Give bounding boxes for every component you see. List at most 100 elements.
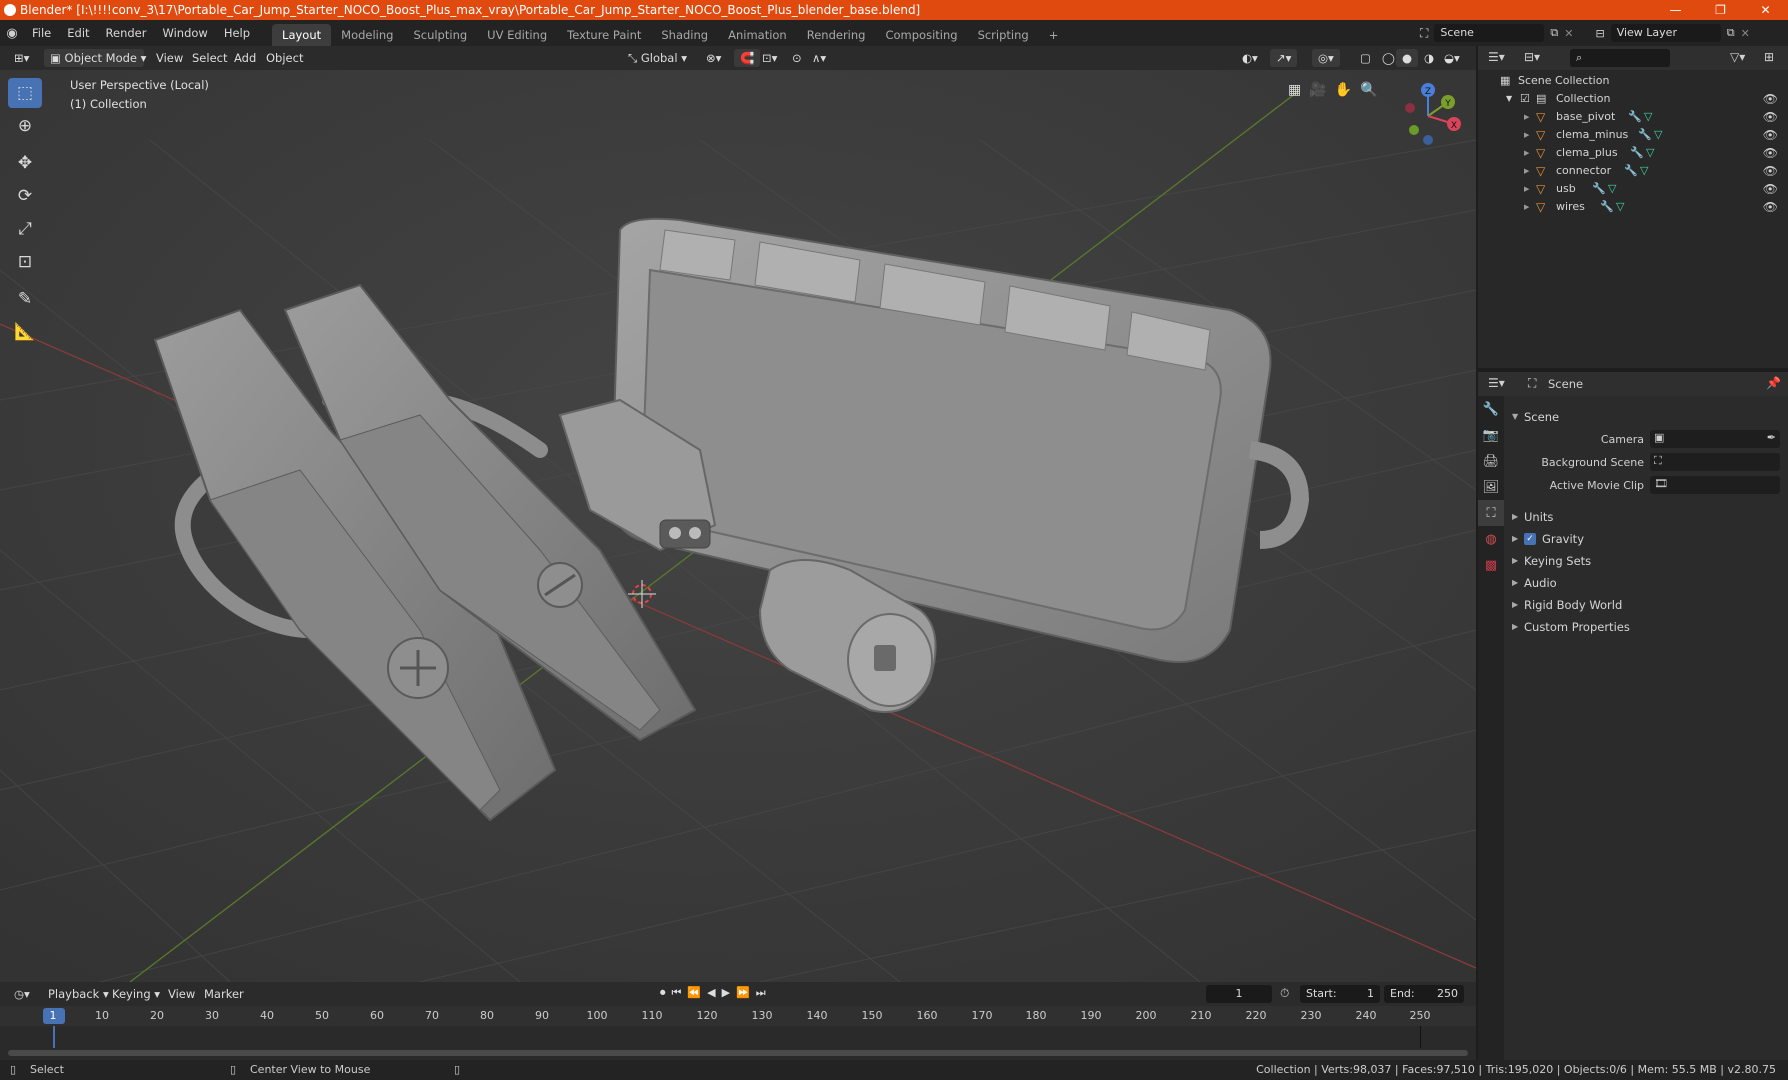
play-icon[interactable]: ▶ <box>722 986 730 1000</box>
solid-shading-icon[interactable]: ● <box>1396 49 1419 67</box>
select-box-tool-icon[interactable]: ⬚ <box>8 78 42 108</box>
mesh-data-icon[interactable]: ▽ <box>1608 180 1616 198</box>
jump-end-icon[interactable]: ⏭ <box>756 986 766 1000</box>
overlays-toggle-icon[interactable]: ◎▾ <box>1312 49 1340 67</box>
collapse-arrow-icon[interactable]: ▼ <box>1506 90 1512 108</box>
tab-scene-icon[interactable]: ⛶ <box>1478 500 1504 526</box>
gravity-panel-header[interactable]: ▶ ✓ Gravity <box>1504 528 1788 550</box>
transform-orientation-dropdown[interactable]: ⤡ Global ▾ <box>622 49 693 67</box>
audio-panel-header[interactable]: ▶ Audio <box>1504 572 1788 594</box>
background-scene-field[interactable]: ⛶ <box>1650 453 1780 471</box>
pan-view-icon[interactable]: ✋ <box>1335 82 1352 98</box>
cursor-tool-icon[interactable]: ⊕ <box>8 111 42 141</box>
properties-editor-type-icon[interactable]: ☰▾ <box>1488 376 1505 390</box>
timeline-body[interactable] <box>0 1026 1476 1060</box>
scene-panel-header[interactable]: ▼ Scene <box>1504 406 1788 428</box>
expand-arrow-icon[interactable]: ▶ <box>1524 126 1529 144</box>
modifier-wrench-icon[interactable]: 🔧 <box>1628 108 1642 126</box>
end-frame-field[interactable]: End: 250 <box>1384 985 1464 1003</box>
expand-arrow-icon[interactable]: ▶ <box>1524 108 1529 126</box>
timeline-menu-keying[interactable]: Keying ▾ <box>106 985 166 1003</box>
outliner-editor-type-icon[interactable]: ☰▾ <box>1488 50 1505 64</box>
gizmo-toggle-icon[interactable]: ↗▾ <box>1270 49 1298 67</box>
eyedropper-icon[interactable]: ✒ <box>1767 431 1776 444</box>
tab-output-icon[interactable]: 🖨 <box>1478 448 1504 474</box>
add-workspace-button[interactable]: + <box>1039 24 1069 46</box>
material-shading-icon[interactable]: ◑ <box>1418 49 1440 67</box>
modifier-wrench-icon[interactable]: 🔧 <box>1624 162 1638 180</box>
tab-texture-paint[interactable]: Texture Paint <box>557 24 651 46</box>
timeline-menu-playback[interactable]: Playback ▾ <box>42 985 115 1003</box>
falloff-icon[interactable]: ∧▾ <box>806 49 832 67</box>
active-movie-clip-field[interactable]: 🎞 <box>1650 476 1780 494</box>
mesh-data-icon[interactable]: ▽ <box>1644 108 1652 126</box>
visibility-eye-icon[interactable]: 👁 <box>1763 126 1778 144</box>
visibility-eye-icon[interactable]: 👁 <box>1763 144 1778 162</box>
expand-arrow-icon[interactable]: ▶ <box>1524 144 1529 162</box>
view-layer-selector[interactable]: View Layer <box>1610 24 1721 42</box>
scene-selector[interactable]: Scene <box>1434 24 1545 42</box>
camera-field[interactable]: ▣ ✒ <box>1650 430 1780 448</box>
visibility-eye-icon[interactable]: 👁 <box>1763 198 1778 216</box>
menu-window[interactable]: Window <box>154 20 215 46</box>
outliner-scene-collection[interactable]: ▦ Scene Collection <box>1478 72 1788 90</box>
minimize-button[interactable]: — <box>1653 0 1698 20</box>
tab-view-layer-icon[interactable]: 🖼 <box>1478 474 1504 500</box>
timeline-frame-ruler[interactable]: 1 10 20 30 40 50 60 70 80 90 100 110 120… <box>0 1006 1476 1026</box>
rigid-body-world-panel-header[interactable]: ▶ Rigid Body World <box>1504 594 1788 616</box>
visibility-eye-icon[interactable]: 👁 <box>1763 108 1778 126</box>
custom-properties-panel-header[interactable]: ▶ Custom Properties <box>1504 616 1788 638</box>
tab-texture-icon[interactable]: ▩ <box>1478 552 1504 578</box>
tab-modeling[interactable]: Modeling <box>331 24 403 46</box>
view-layer-new-icon[interactable]: ⧉ <box>1727 26 1735 40</box>
viewport-menu-select[interactable]: Select <box>186 49 233 67</box>
object-mode-dropdown[interactable]: ▣ Object Mode ▾ <box>44 49 146 67</box>
viewport-menu-object[interactable]: Object <box>260 49 309 67</box>
expand-arrow-icon[interactable]: ▶ <box>1524 198 1529 216</box>
scale-tool-icon[interactable]: ⤢ <box>8 214 42 244</box>
rotate-tool-icon[interactable]: ⟳ <box>8 181 42 211</box>
menu-render[interactable]: Render <box>98 20 155 46</box>
outliner-search-input[interactable]: ⌕ <box>1570 49 1670 67</box>
gravity-checkbox[interactable]: ✓ <box>1524 533 1536 545</box>
scene-delete-icon[interactable]: ✕ <box>1564 27 1573 40</box>
tab-render-icon[interactable]: 📷 <box>1478 422 1504 448</box>
outliner-item-base-pivot[interactable]: ▶ ▽ base_pivot 🔧 ▽ 👁 <box>1478 108 1788 126</box>
tab-world-icon[interactable]: ◍ <box>1478 526 1504 552</box>
pin-icon[interactable]: 📌 <box>1766 376 1781 390</box>
editor-type-icon[interactable]: ⊞▾ <box>8 49 35 67</box>
mesh-data-icon[interactable]: ▽ <box>1616 198 1624 216</box>
collection-checkbox-icon[interactable]: ☑ <box>1520 90 1530 108</box>
tab-rendering[interactable]: Rendering <box>797 24 876 46</box>
menu-file[interactable]: File <box>24 20 59 46</box>
outliner-item-connector[interactable]: ▶ ▽ connector 🔧 ▽ 👁 <box>1478 162 1788 180</box>
toggle-perspective-icon[interactable]: ▦ <box>1288 82 1301 98</box>
modifier-wrench-icon[interactable]: 🔧 <box>1638 126 1652 144</box>
outliner-collection[interactable]: ▼ ☑ ▤ Collection 👁 <box>1478 90 1788 108</box>
play-reverse-icon[interactable]: ◀ <box>707 986 715 1000</box>
restore-button[interactable]: ❐ <box>1698 0 1743 20</box>
close-button[interactable]: ✕ <box>1743 0 1788 20</box>
viewport-menu-view[interactable]: View <box>150 49 189 67</box>
visibility-eye-icon[interactable]: 👁 <box>1763 180 1778 198</box>
visibility-eye-icon[interactable]: 👁 <box>1763 90 1778 108</box>
visibility-icon[interactable]: ◐▾ <box>1236 49 1264 67</box>
tab-scripting[interactable]: Scripting <box>968 24 1039 46</box>
mesh-data-icon[interactable]: ▽ <box>1654 126 1662 144</box>
tab-animation[interactable]: Animation <box>718 24 797 46</box>
view-layer-delete-icon[interactable]: ✕ <box>1741 27 1750 40</box>
xray-toggle-icon[interactable]: ▢ <box>1354 49 1377 67</box>
scene-new-icon[interactable]: ⧉ <box>1550 26 1558 40</box>
mesh-data-icon[interactable]: ▽ <box>1640 162 1648 180</box>
modifier-wrench-icon[interactable]: 🔧 <box>1592 180 1606 198</box>
measure-tool-icon[interactable]: 📐 <box>8 317 42 347</box>
timeline-scrollbar[interactable] <box>8 1050 1468 1056</box>
tab-layout[interactable]: Layout <box>272 24 332 46</box>
record-keyframe-icon[interactable]: ⏺ <box>660 986 666 1000</box>
zoom-view-icon[interactable]: 🔍 <box>1360 82 1377 98</box>
tab-sculpting[interactable]: Sculpting <box>403 24 477 46</box>
pivot-point-icon[interactable]: ⊗▾ <box>700 49 727 67</box>
tab-shading[interactable]: Shading <box>651 24 718 46</box>
3d-viewport[interactable]: User Perspective (Local) (1) Collection … <box>0 70 1476 982</box>
tab-tool-icon[interactable]: 🔧 <box>1478 396 1504 422</box>
